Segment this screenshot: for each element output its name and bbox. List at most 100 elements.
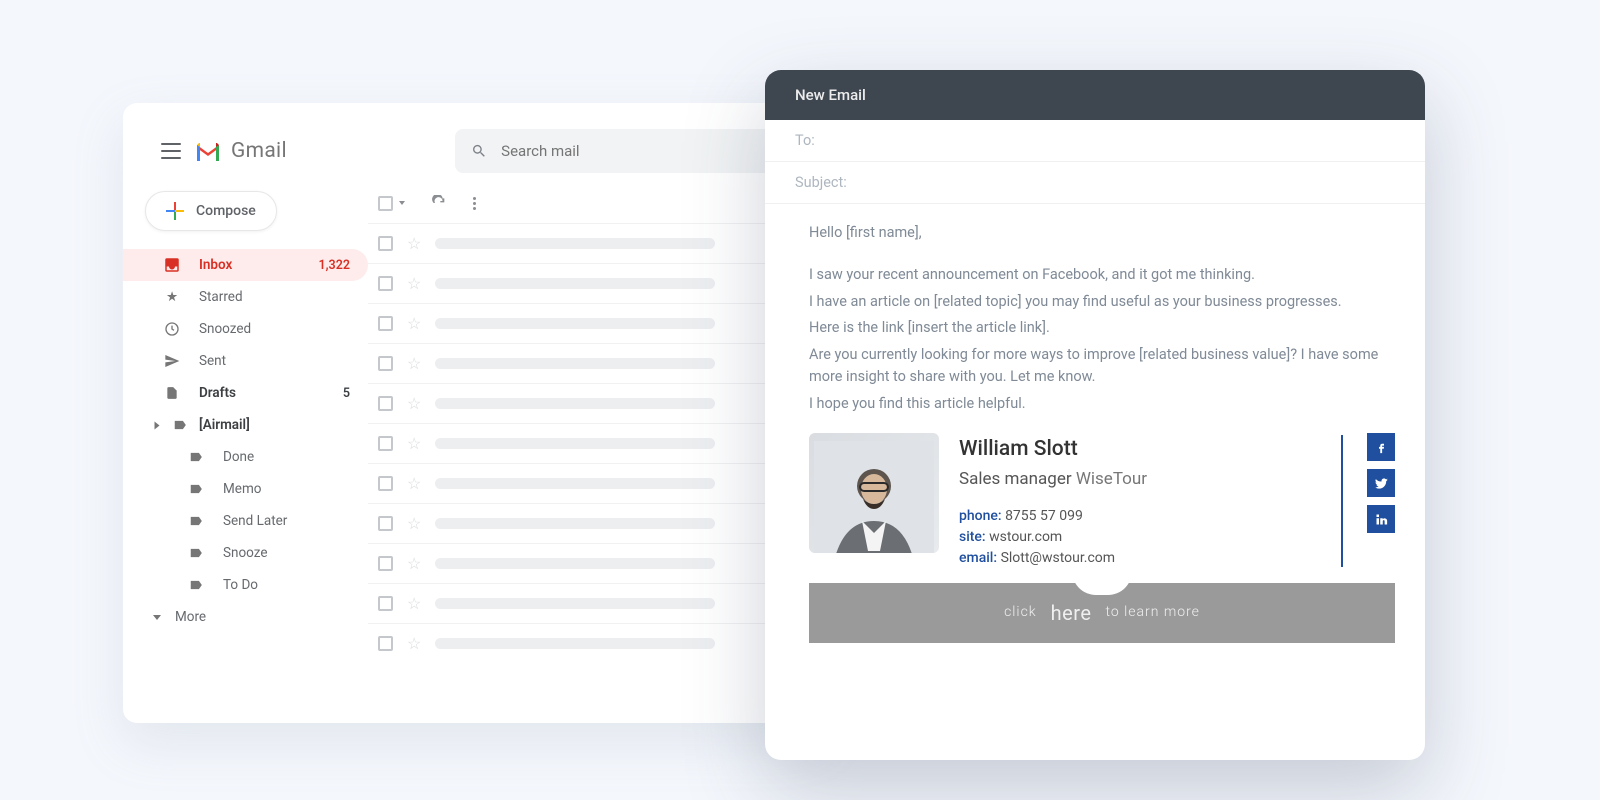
row-checkbox[interactable]: [378, 636, 393, 651]
star-icon[interactable]: ☆: [407, 634, 421, 653]
select-caret-icon[interactable]: [399, 201, 405, 205]
label-icon: [187, 544, 205, 562]
star-icon[interactable]: ☆: [407, 314, 421, 333]
gmail-name: Gmail: [231, 139, 287, 163]
sidebar-item-inbox[interactable]: Inbox 1,322: [123, 249, 368, 281]
body-p5: I hope you find this article helpful.: [809, 393, 1395, 415]
signature-role: Sales manager WiseTour: [959, 466, 1317, 492]
mail-row[interactable]: ☆: [368, 423, 793, 463]
compose-label: Compose: [196, 203, 256, 219]
mail-row[interactable]: ☆: [368, 543, 793, 583]
sidebar-item-more[interactable]: More: [123, 601, 368, 633]
gmail-m-icon: [195, 141, 221, 161]
row-checkbox[interactable]: [378, 396, 393, 411]
star-icon[interactable]: ☆: [407, 474, 421, 493]
mail-row[interactable]: ☆: [368, 583, 793, 623]
signature-divider: [1341, 435, 1343, 567]
sidebar-item-snooze[interactable]: Snooze: [123, 537, 368, 569]
mail-row[interactable]: ☆: [368, 303, 793, 343]
gmail-body: Compose Inbox 1,322 ★ Starred Snoozed Se…: [123, 191, 823, 715]
star-icon[interactable]: ☆: [407, 354, 421, 373]
twitter-icon[interactable]: [1367, 469, 1395, 497]
select-all-checkbox[interactable]: [378, 196, 393, 211]
row-checkbox[interactable]: [378, 556, 393, 571]
signature-info: William Slott Sales manager WiseTour pho…: [959, 433, 1317, 569]
body-p2: I have an article on [related topic] you…: [809, 291, 1395, 313]
row-checkbox[interactable]: [378, 516, 393, 531]
search-input[interactable]: [501, 142, 769, 160]
list-toolbar: [368, 191, 793, 223]
sidebar-item-send-later[interactable]: Send Later: [123, 505, 368, 537]
cta-banner[interactable]: click here to learn more: [809, 583, 1395, 643]
row-checkbox[interactable]: [378, 316, 393, 331]
mail-list: ☆ ☆ ☆ ☆ ☆ ☆ ☆ ☆ ☆ ☆ ☆: [368, 191, 823, 715]
mail-preview-skeleton: [435, 518, 715, 529]
gmail-window: Gmail Compose Inbox 1,322 ★ Starred: [123, 103, 823, 723]
clock-icon: [163, 320, 181, 338]
facebook-icon[interactable]: [1367, 433, 1395, 461]
inbox-count: 1,322: [318, 258, 350, 273]
row-checkbox[interactable]: [378, 476, 393, 491]
search-bar[interactable]: [455, 129, 785, 173]
linkedin-icon[interactable]: [1367, 505, 1395, 533]
mail-preview-skeleton: [435, 358, 715, 369]
label-icon: [187, 576, 205, 594]
row-checkbox[interactable]: [378, 596, 393, 611]
row-checkbox[interactable]: [378, 356, 393, 371]
star-icon[interactable]: ☆: [407, 554, 421, 573]
inbox-icon: [163, 256, 181, 274]
star-icon[interactable]: ☆: [407, 274, 421, 293]
body-greeting: Hello [first name],: [809, 222, 1395, 244]
sidebar-item-done[interactable]: Done: [123, 441, 368, 473]
banner-post: to learn more: [1105, 602, 1199, 624]
mail-preview-skeleton: [435, 278, 715, 289]
sidebar-item-airmail[interactable]: [Airmail]: [123, 409, 368, 441]
refresh-icon[interactable]: [431, 195, 447, 211]
banner-pre: click: [1004, 602, 1037, 624]
sidebar-item-to-do[interactable]: To Do: [123, 569, 368, 601]
inbox-label: Inbox: [199, 257, 232, 273]
mail-preview-skeleton: [435, 478, 715, 489]
sidebar-item-drafts[interactable]: Drafts 5: [123, 377, 368, 409]
mail-row[interactable]: ☆: [368, 383, 793, 423]
star-icon[interactable]: ☆: [407, 514, 421, 533]
body-p1: I saw your recent announcement on Facebo…: [809, 264, 1395, 286]
gmail-logo: Gmail: [195, 139, 287, 163]
label-icon: [187, 480, 205, 498]
signature-contacts: phone: 8755 57 099 site: wstour.com emai…: [959, 506, 1317, 569]
row-checkbox[interactable]: [378, 436, 393, 451]
body-p4: Are you currently looking for more ways …: [809, 344, 1395, 389]
mail-row[interactable]: ☆: [368, 263, 793, 303]
sidebar: Compose Inbox 1,322 ★ Starred Snoozed Se…: [123, 191, 368, 715]
drafts-count: 5: [343, 386, 350, 401]
mail-row[interactable]: ☆: [368, 343, 793, 383]
mail-row[interactable]: ☆: [368, 623, 793, 663]
sidebar-item-snoozed[interactable]: Snoozed: [123, 313, 368, 345]
compose-body[interactable]: Hello [first name], I saw your recent an…: [765, 204, 1425, 643]
star-icon[interactable]: ☆: [407, 594, 421, 613]
mail-row[interactable]: ☆: [368, 463, 793, 503]
body-p3: Here is the link [insert the article lin…: [809, 317, 1395, 339]
social-links: [1367, 433, 1395, 533]
mail-row[interactable]: ☆: [368, 503, 793, 543]
signature-name: William Slott: [959, 433, 1317, 466]
sidebar-item-memo[interactable]: Memo: [123, 473, 368, 505]
mail-row[interactable]: ☆: [368, 223, 793, 263]
subject-field[interactable]: Subject:: [765, 162, 1425, 204]
file-icon: [163, 384, 181, 402]
mail-preview-skeleton: [435, 398, 715, 409]
row-checkbox[interactable]: [378, 276, 393, 291]
star-icon[interactable]: ☆: [407, 394, 421, 413]
sidebar-item-sent[interactable]: Sent: [123, 345, 368, 377]
label-icon: [187, 448, 205, 466]
star-icon[interactable]: ☆: [407, 234, 421, 253]
mail-preview-skeleton: [435, 558, 715, 569]
menu-icon[interactable]: [161, 143, 181, 159]
row-checkbox[interactable]: [378, 236, 393, 251]
star-icon[interactable]: ☆: [407, 434, 421, 453]
more-icon[interactable]: [473, 197, 476, 210]
mail-preview-skeleton: [435, 438, 715, 449]
to-field[interactable]: To:: [765, 120, 1425, 162]
sidebar-item-starred[interactable]: ★ Starred: [123, 281, 368, 313]
compose-button[interactable]: Compose: [145, 191, 277, 231]
